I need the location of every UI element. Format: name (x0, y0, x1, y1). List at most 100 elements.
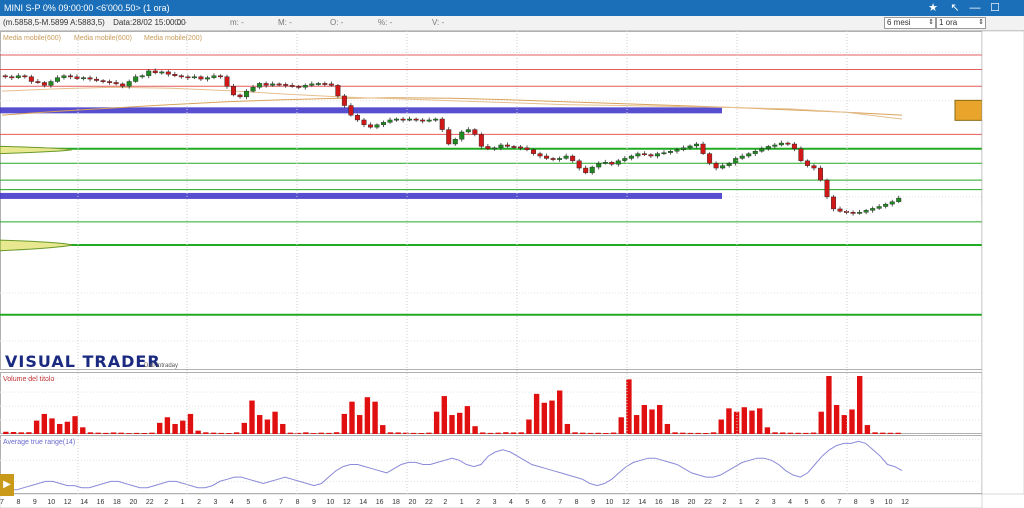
price-candle (857, 212, 863, 214)
time-tick-label: 10 (47, 499, 55, 506)
volume-bar (741, 407, 747, 434)
volume-bar (126, 433, 132, 434)
time-tick-label: 3 (772, 499, 776, 506)
volume-bar (526, 419, 532, 434)
price-candle (504, 144, 510, 147)
price-candle (563, 155, 569, 159)
time-tick-label: 6 (821, 499, 825, 506)
price-candle (276, 83, 282, 86)
price-candle (302, 85, 308, 88)
volume-bar (395, 432, 401, 434)
collapse-arrow-icon[interactable]: ↖ (946, 1, 964, 15)
volume-bar (233, 432, 240, 434)
time-tick-label: 7 (558, 499, 562, 506)
volume-bar (87, 432, 94, 434)
price-candle (94, 78, 100, 81)
price-candle (315, 83, 321, 85)
price-candle (583, 167, 589, 174)
star-icon[interactable]: ★ (924, 1, 942, 15)
price-candle (687, 145, 693, 149)
volume-bar (664, 423, 671, 434)
volume-bar (410, 432, 417, 434)
price-candle (178, 75, 184, 78)
time-tick-label: 1 (739, 499, 743, 506)
time-tick-label: 5 (525, 499, 529, 506)
volume-bar (795, 432, 801, 434)
time-tick-label: 2 (443, 499, 447, 506)
volume-bar (518, 432, 524, 434)
time-tick-label: 20 (409, 499, 417, 506)
price-candle (191, 76, 197, 79)
volume-bar (672, 432, 678, 434)
volume-bar (810, 432, 817, 434)
price-candle (817, 167, 823, 181)
volume-bar (718, 419, 724, 434)
legend-item: Media mobile(600) (74, 35, 132, 42)
price-candle (681, 147, 687, 150)
percent-field: %: - (378, 18, 393, 27)
price-candle (41, 82, 47, 86)
time-tick-label: 8 (296, 499, 300, 506)
volume-bar (772, 432, 778, 434)
chart-canvas[interactable]: Media mobile(600) Media mobile(600) Media … (0, 31, 1024, 508)
volume-bar (849, 409, 855, 434)
price-candle (472, 129, 478, 135)
price-candle (387, 119, 393, 123)
price-candle (752, 151, 758, 154)
price-candle (270, 83, 276, 86)
volume-bar (449, 415, 455, 434)
volume-bar (780, 432, 786, 434)
time-tick-label: 2 (755, 499, 759, 506)
time-tick-label: 7 (279, 499, 283, 506)
time-tick-label: 12 (343, 499, 351, 506)
price-candle (746, 153, 752, 157)
price-candle (250, 87, 256, 92)
price-candle (654, 153, 660, 157)
price-candle (544, 155, 550, 159)
volume-bar (610, 432, 617, 434)
time-tick-label: 22 (146, 499, 154, 506)
price-candle (126, 81, 132, 87)
time-tick-label: 2 (722, 499, 726, 506)
price-candle (524, 147, 530, 150)
expand-panel-button[interactable]: ▶ (0, 474, 14, 496)
volume-bar (249, 400, 255, 434)
price-candle (883, 203, 889, 207)
price-candle (648, 154, 654, 157)
interval-select[interactable]: 1 ora ⇕ (936, 17, 986, 29)
price-candle (420, 119, 426, 122)
price-candle (517, 146, 523, 149)
time-tick-label: 18 (113, 499, 121, 506)
price-candle (804, 160, 810, 166)
time-tick-label: 16 (655, 499, 663, 506)
volume-bar (210, 432, 217, 434)
volume-bar (10, 431, 17, 434)
volume-bar (549, 400, 555, 434)
price-candle (211, 75, 217, 78)
maximize-icon[interactable]: ☐ (986, 1, 1004, 15)
price-candle (759, 148, 765, 152)
price-candle (498, 144, 504, 149)
range-select[interactable]: 6 mesi ⇕ (884, 17, 936, 29)
price-candle (870, 208, 876, 211)
volume-bar (541, 402, 547, 434)
volume-bar (787, 432, 794, 434)
atr-pane: Average true range(14)30201015,1253 (0, 435, 1020, 494)
price-candle (465, 129, 471, 133)
volume-bar (26, 432, 32, 434)
time-tick-label: 9 (870, 499, 874, 506)
time-axis: 7 8 9 10 12 14 16 18 20 22 2 1 2 3 4 5 6 7 8 9 10 12 14 16 18 20 2… (0, 493, 983, 508)
close-field: C: - (174, 18, 187, 27)
minimize-icon[interactable]: — (966, 1, 984, 15)
time-tick-label: 5 (805, 499, 809, 506)
time-tick-label: 8 (16, 499, 20, 506)
price-candle (570, 155, 576, 162)
time-tick-label: 9 (33, 499, 37, 506)
volume-bar (349, 401, 355, 434)
volume-bar (326, 432, 332, 434)
volume-bar (95, 432, 101, 434)
price-candle (531, 149, 537, 154)
volume-bar (587, 432, 594, 434)
price-candle (726, 163, 732, 166)
volume-bar (133, 432, 140, 434)
